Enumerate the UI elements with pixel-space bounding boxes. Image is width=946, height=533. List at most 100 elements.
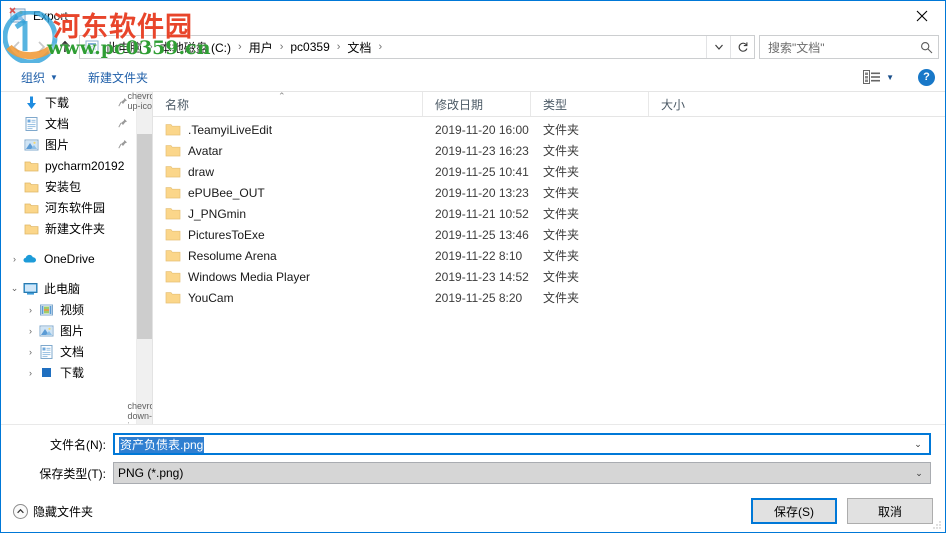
breadcrumb-separator-1[interactable]: › [234,41,246,53]
navigation-pane: 下载 文档 图片 pycharm20192 安装包 河东软件园 新建文件夹 › … [1,92,153,424]
onedrive-icon [22,251,39,267]
file-rows: .TeamyiLiveEdit 2019-11-20 16:00 文件夹 Ava… [153,117,945,424]
sidebar-item-label: 下载 [45,96,70,110]
folder-icon [165,270,181,283]
table-row[interactable]: draw 2019-11-25 10:41 文件夹 [153,161,945,182]
chevron-right-icon[interactable]: › [23,305,38,315]
table-row[interactable]: PicturesToExe 2019-11-25 13:46 文件夹 [153,224,945,245]
search-input[interactable]: 搜索"文档" [759,35,939,59]
navigation-pane-scrollbar[interactable]: chevron-up-icon chevron-down-icon [128,92,153,425]
breadcrumb: 此电脑 › 本地磁盘 (C:) › 用户 › pc0359 › 文档 › [80,38,706,57]
chevron-down-icon[interactable]: chevron-down-icon [128,401,153,425]
forward-icon[interactable] [29,35,53,59]
address-bar[interactable]: 此电脑 › 本地磁盘 (C:) › 用户 › pc0359 › 文档 › [79,35,755,59]
breadcrumb-item-2[interactable]: 用户 [246,38,276,57]
close-icon[interactable] [899,2,945,31]
file-name: draw [188,164,215,179]
breadcrumb-item-4[interactable]: 文档 [344,38,374,57]
up-icon[interactable] [53,35,77,59]
breadcrumb-separator-4[interactable]: › [374,41,386,53]
chevron-down-icon[interactable]: ⌄ [907,439,929,450]
pin-icon[interactable] [118,138,128,152]
sidebar-item-pictures[interactable]: 图片 [1,134,136,155]
chevron-right-icon[interactable]: › [23,347,38,357]
pin-icon[interactable] [118,117,128,131]
table-row[interactable]: J_PNGmin 2019-11-21 10:52 文件夹 [153,203,945,224]
organize-button[interactable]: 组织 ▼ [15,66,64,89]
sidebar-item-pycharm20192[interactable]: pycharm20192 [1,155,136,176]
sidebar-item-downloads[interactable]: 下载 [1,92,136,113]
sidebar-item-pictures-pc[interactable]: › 图片 [1,320,136,341]
sort-ascending-icon: ⌃ [278,91,286,101]
column-header-name[interactable]: 名称 ⌃ [153,91,423,116]
view-options-button[interactable]: ▼ [857,67,900,87]
folder-icon [23,179,40,195]
chevron-up-icon[interactable]: chevron-up-icon [128,92,153,111]
filename-input[interactable]: 资产负债表.png ⌄ [113,433,931,455]
column-header-label: 名称 [165,97,190,112]
filetype-label: 保存类型(T): [39,466,106,481]
organize-label: 组织 [21,70,46,85]
chevron-right-icon[interactable]: › [23,326,38,336]
column-header-label: 修改日期 [435,97,484,112]
help-icon[interactable]: ? [918,68,935,86]
hide-folders-button[interactable]: 隐藏文件夹 [13,503,93,520]
table-row[interactable]: Windows Media Player 2019-11-23 14:52 文件… [153,266,945,287]
column-header-type[interactable]: 类型 [531,92,649,116]
file-modified: 2019-11-23 16:23 [435,143,529,158]
chevron-down-icon: ▼ [50,72,58,82]
pin-icon[interactable] [118,96,128,110]
scrollbar-thumb[interactable] [137,134,152,339]
sidebar-item-label: 新建文件夹 [45,222,106,236]
table-row[interactable]: .TeamyiLiveEdit 2019-11-20 16:00 文件夹 [153,119,945,140]
sidebar-item-videos[interactable]: › 视频 [1,299,136,320]
sidebar-item-label: 河东软件园 [45,201,106,215]
table-row[interactable]: YouCam 2019-11-25 8:20 文件夹 [153,287,945,308]
save-button[interactable]: 保存(S) [751,498,837,524]
breadcrumb-item-3[interactable]: pc0359 [287,39,332,55]
folder-icon [23,158,40,174]
new-folder-label: 新建文件夹 [87,70,148,85]
chevron-down-icon[interactable]: ⌄ [908,468,930,479]
refresh-icon[interactable] [730,36,754,58]
table-row[interactable]: Resolume Arena 2019-11-22 8:10 文件夹 [153,245,945,266]
breadcrumb-separator-3[interactable]: › [333,41,345,53]
file-type: 文件夹 [543,123,580,137]
folder-icon [165,249,181,262]
cancel-button[interactable]: 取消 [847,498,933,524]
address-dropdown-icon[interactable] [706,36,730,58]
sidebar-item-hedong[interactable]: 河东软件园 [1,197,136,218]
resize-grip[interactable] [932,519,942,529]
sidebar-item-this-pc[interactable]: ⌄ 此电脑 [1,278,136,299]
column-header-size[interactable]: 大小 [649,92,731,116]
sidebar-item-installers[interactable]: 安装包 [1,176,136,197]
chevron-right-icon[interactable]: › [23,368,38,378]
column-header-modified[interactable]: 修改日期 [423,92,531,116]
table-row[interactable]: ePUBee_OUT 2019-11-20 13:23 文件夹 [153,182,945,203]
file-name-cell: Resolume Arena [153,249,423,263]
breadcrumb-item-0[interactable]: 此电脑 [103,38,145,57]
sidebar-item-label: 图片 [45,138,70,152]
chevron-right-icon[interactable]: › [7,254,22,264]
file-name-cell: draw [153,165,423,179]
breadcrumb-separator-2[interactable]: › [276,41,288,53]
file-modified: 2019-11-25 10:41 [435,164,529,179]
sidebar-item-documents-pc[interactable]: › 文档 [1,341,136,362]
search-icon[interactable] [918,41,934,54]
sidebar-item-onedrive[interactable]: › OneDrive [1,248,136,269]
breadcrumb-item-1[interactable]: 本地磁盘 (C:) [157,38,234,57]
back-icon[interactable] [5,35,29,59]
folder-icon [165,144,181,157]
sidebar-item-label: 安装包 [45,180,82,194]
sidebar-item-documents[interactable]: 文档 [1,113,136,134]
help-label: ? [923,71,930,83]
breadcrumb-separator-0[interactable]: › [145,41,157,53]
chevron-down-icon[interactable]: ⌄ [7,283,22,294]
sidebar-item-label: 此电脑 [44,282,81,296]
file-name-cell: ePUBee_OUT [153,186,423,200]
new-folder-button[interactable]: 新建文件夹 [82,66,154,89]
table-row[interactable]: Avatar 2019-11-23 16:23 文件夹 [153,140,945,161]
filetype-select[interactable]: PNG (*.png) ⌄ [113,462,931,484]
sidebar-item-downloads-pc[interactable]: › 下载 [1,362,136,383]
sidebar-item-new-folder[interactable]: 新建文件夹 [1,218,136,239]
